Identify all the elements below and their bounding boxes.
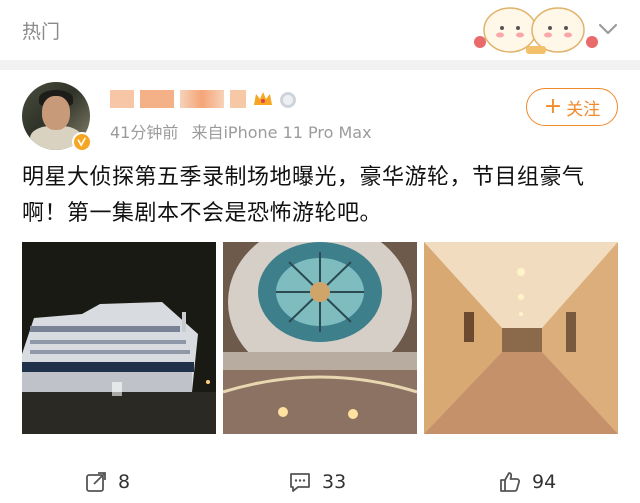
crown-badge-icon xyxy=(254,92,272,105)
repost-button[interactable]: 8 xyxy=(84,468,130,496)
section-divider xyxy=(0,60,640,70)
post-actions-bar: 8 33 94 xyxy=(0,460,640,503)
comment-button[interactable]: 33 xyxy=(288,468,346,496)
post-image-1[interactable] xyxy=(22,242,216,434)
repost-count: 8 xyxy=(118,471,131,493)
member-medal-icon xyxy=(280,92,296,108)
repost-icon xyxy=(86,472,106,492)
post-source: 来自iPhone 11 Pro Max xyxy=(191,123,372,142)
page-title: 热门 xyxy=(22,21,61,43)
chevron-down-icon[interactable] xyxy=(598,22,618,36)
username-obscured[interactable] xyxy=(110,86,298,112)
post-meta: 41分钟前 来自iPhone 11 Pro Max xyxy=(110,119,380,143)
avatar[interactable] xyxy=(22,82,92,152)
follow-button[interactable]: + 关注 xyxy=(526,88,618,126)
thumbs-up-icon xyxy=(500,472,521,492)
top-bar: 热门 xyxy=(0,0,640,60)
follow-label: 关注 xyxy=(566,99,601,120)
decorative-cartoon-banner xyxy=(474,7,598,54)
like-button[interactable]: 94 xyxy=(498,468,556,496)
post-body-text: 明星大侦探第五季录制场地曝光，豪华游轮，节目组豪气啊！第一集剧本不会是恐怖游轮吧… xyxy=(22,165,585,226)
post-image-3[interactable] xyxy=(424,242,618,434)
post-image-2[interactable] xyxy=(223,242,417,434)
verified-badge-icon xyxy=(72,132,92,152)
like-count: 94 xyxy=(532,471,557,493)
post-time: 41分钟前 xyxy=(110,123,179,142)
comment-icon xyxy=(290,473,310,492)
comment-count: 33 xyxy=(322,471,347,493)
plus-icon: + xyxy=(543,94,563,119)
